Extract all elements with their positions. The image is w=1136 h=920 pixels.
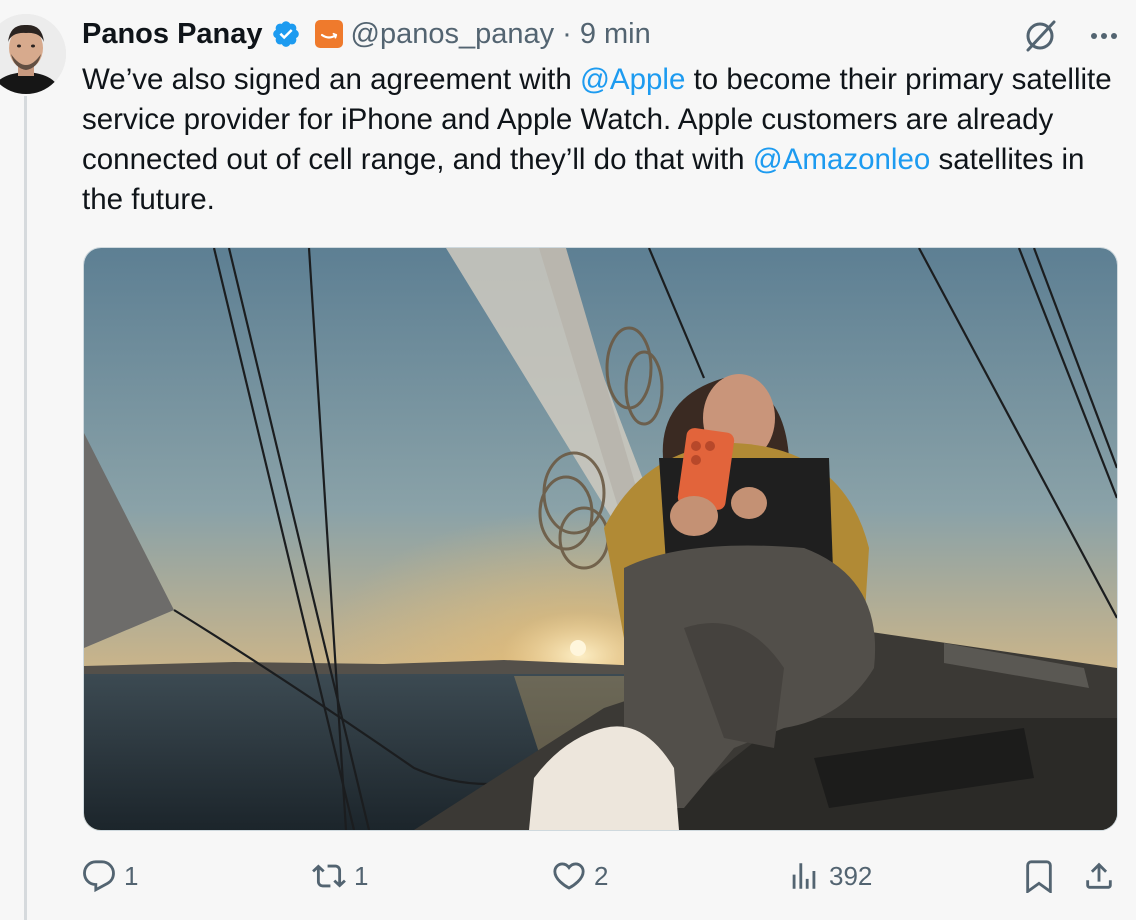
like-count: 2 — [594, 860, 609, 891]
mention-amazonleo[interactable]: @Amazonleo — [753, 143, 931, 176]
reply-count: 1 — [124, 860, 139, 891]
avatar[interactable] — [0, 14, 66, 94]
timestamp[interactable]: 9 min — [580, 18, 651, 51]
like-icon — [553, 862, 585, 890]
tweet-header: Panos Panay @panos_panay · 9 min — [82, 14, 651, 54]
share-button[interactable] — [1082, 852, 1116, 900]
tweet-media-photo[interactable] — [83, 247, 1118, 831]
mention-apple[interactable]: @Apple — [580, 63, 685, 96]
repost-count: 1 — [354, 860, 369, 891]
author-name[interactable]: Panos Panay — [82, 18, 263, 51]
separator: · — [562, 17, 572, 50]
sailboat-sunset-photo — [84, 248, 1117, 830]
bookmark-button[interactable] — [1022, 852, 1056, 900]
avatar-photo — [0, 14, 66, 94]
repost-button[interactable]: 1 — [312, 852, 368, 900]
views-button[interactable]: 392 — [787, 852, 872, 900]
action-bar: 1 1 2 392 — [82, 852, 1122, 900]
reply-icon — [83, 860, 115, 893]
share-icon — [1086, 862, 1112, 889]
more-icon[interactable] — [1086, 18, 1122, 54]
tweet-text-part: We’ve also signed an agreement with — [82, 63, 580, 96]
grok-icon[interactable] — [1022, 18, 1058, 54]
verified-badge-icon[interactable] — [271, 19, 301, 49]
views-icon — [792, 863, 816, 889]
top-actions — [1022, 14, 1122, 58]
bookmark-icon — [1026, 860, 1052, 893]
thread-line — [24, 96, 27, 920]
author-handle[interactable]: @panos_panay — [351, 18, 555, 51]
amazon-smile-icon[interactable] — [314, 20, 343, 48]
reply-button[interactable]: 1 — [82, 852, 138, 900]
views-count: 392 — [829, 860, 873, 891]
repost-icon — [312, 864, 346, 888]
tweet-text: We’ve also signed an agreement with @App… — [82, 60, 1122, 220]
like-button[interactable]: 2 — [552, 852, 608, 900]
